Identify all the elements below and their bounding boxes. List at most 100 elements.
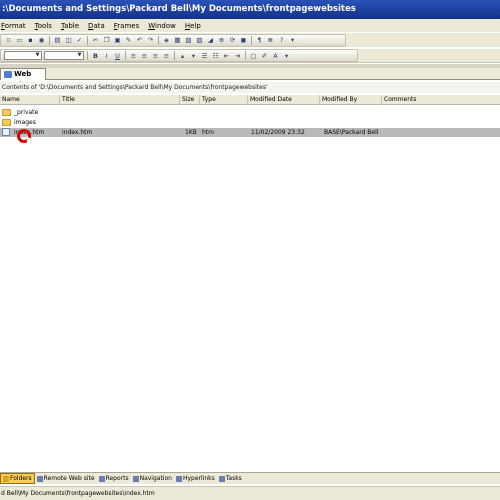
view-folders-button[interactable]: Folders — [0, 473, 35, 484]
hyperlink-icon[interactable]: ⊕ — [217, 36, 226, 45]
document-tabs: Web Site — [0, 68, 500, 89]
list-item-images[interactable]: images — [0, 118, 500, 127]
item-name: _private — [14, 109, 39, 116]
window-title: :\Documents and Settings\Packard Bell\My… — [0, 0, 500, 19]
help-icon[interactable]: ? — [277, 36, 286, 45]
refresh-icon[interactable]: ⟳ — [228, 36, 237, 45]
copy-icon[interactable]: ❐ — [102, 36, 111, 45]
status-bar: d Bell\My Documents\frontpagewebsites\in… — [0, 486, 500, 500]
tab-web-site[interactable]: Web Site — [0, 68, 46, 89]
insert-picture-icon[interactable]: ▨ — [195, 36, 204, 45]
publish-icon[interactable]: ◉ — [37, 36, 46, 45]
spelling-icon[interactable]: ✓ — [75, 36, 84, 45]
toolbar-separator — [87, 35, 88, 45]
remote-site-icon — [36, 475, 43, 482]
style-dropdown[interactable]: ▼ — [4, 51, 42, 60]
column-header-comments[interactable]: Comments — [382, 95, 500, 105]
align-center-icon[interactable]: ≡ — [140, 51, 149, 60]
undo-icon[interactable]: ↶ — [135, 36, 144, 45]
column-header-modified-date[interactable]: Modified Date — [248, 95, 320, 105]
item-modified-date: 11/02/2009 23:32 — [251, 129, 305, 136]
view-label: Remote Web site — [43, 475, 95, 482]
open-icon[interactable]: ▭ — [15, 36, 24, 45]
view-navigation-button[interactable]: Navigation — [131, 473, 174, 484]
toolbar-separator — [251, 35, 252, 45]
file-list-header: Name Title Size Type Modified Date Modif… — [0, 95, 500, 105]
borders-icon[interactable]: ▢ — [249, 51, 258, 60]
show-all-icon[interactable]: ¶ — [255, 36, 264, 45]
column-header-size[interactable]: Size — [180, 95, 200, 105]
column-header-type[interactable]: Type — [200, 95, 248, 105]
increase-indent-icon[interactable]: ⇥ — [233, 51, 242, 60]
list-item-private[interactable]: _private — [0, 108, 500, 117]
preview-icon[interactable]: ◫ — [64, 36, 73, 45]
item-type: htm — [202, 129, 214, 136]
code-view-icon[interactable]: ≣ — [266, 36, 275, 45]
align-left-icon[interactable]: ≡ — [129, 51, 138, 60]
menu-window[interactable]: Window — [148, 22, 176, 30]
drawing-icon[interactable]: ◢ — [206, 36, 215, 45]
font-color-icon[interactable]: A — [271, 51, 280, 60]
folder-path: Contents of 'D:\Documents and Settings\P… — [0, 82, 500, 93]
column-header-modified-by[interactable]: Modified By — [320, 95, 382, 105]
italic-button[interactable]: I — [102, 51, 111, 60]
insert-table-icon[interactable]: ▦ — [173, 36, 182, 45]
bold-button[interactable]: B — [91, 51, 100, 60]
highlight-icon[interactable]: ✐ — [260, 51, 269, 60]
menu-data[interactable]: Data — [88, 22, 105, 30]
view-reports-button[interactable]: Reports — [97, 473, 131, 484]
redo-icon[interactable]: ↷ — [146, 36, 155, 45]
cut-icon[interactable]: ✂ — [91, 36, 100, 45]
menu-table[interactable]: Table — [61, 22, 79, 30]
view-remote-web-site-button[interactable]: Remote Web site — [35, 473, 97, 484]
item-title: index.htm — [62, 129, 93, 136]
item-size: 1KB — [185, 129, 197, 136]
standard-toolbar-band: ▫ ▭ ▪ ◉ ▤ ◫ ✓ ✂ ❐ ▣ ✎ ↶ ↷ ◈ ▦ ▧ ▨ ◢ ⊕ ⟳ … — [0, 33, 346, 47]
menu-frames[interactable]: Frames — [114, 22, 139, 30]
decrease-indent-icon[interactable]: ⇤ — [222, 51, 231, 60]
paste-icon[interactable]: ▣ — [113, 36, 122, 45]
formatting-toolbar-band: ▼ ▼ B I U ≡ ≡ ≡ ≡ ▴ ▾ ☰ ☷ ⇤ ⇥ ▢ ✐ A ▾ — [0, 49, 358, 62]
toolbar-separator — [245, 51, 246, 60]
underline-button[interactable]: U — [113, 51, 122, 60]
column-header-name[interactable]: Name — [0, 95, 60, 105]
toolbar-options-icon[interactable]: ▾ — [282, 51, 291, 60]
view-hyperlinks-button[interactable]: Hyperlinks — [174, 473, 217, 484]
item-modified-by: BASE\Packard Bell — [324, 129, 379, 136]
folders-icon — [3, 475, 9, 482]
column-header-title[interactable]: Title — [60, 95, 180, 105]
view-label: Reports — [105, 475, 129, 482]
menu-help[interactable]: Help — [185, 22, 201, 30]
menu-bar: Format Tools Table Data Frames Window He… — [0, 19, 500, 32]
justify-icon[interactable]: ≡ — [162, 51, 171, 60]
views-bar: Folders Remote Web site Reports Navigati… — [0, 472, 500, 484]
print-icon[interactable]: ▤ — [53, 36, 62, 45]
toolbar-options-icon[interactable]: ▾ — [288, 36, 297, 45]
list-item-index[interactable]: index.htm index.htm 1KB htm 11/02/2009 2… — [0, 128, 500, 137]
view-label: Tasks — [225, 475, 242, 482]
align-right-icon[interactable]: ≡ — [151, 51, 160, 60]
decrease-font-icon[interactable]: ▾ — [189, 51, 198, 60]
view-label: Hyperlinks — [182, 475, 215, 482]
bullets-icon[interactable]: ☷ — [211, 51, 220, 60]
insert-layer-icon[interactable]: ▧ — [184, 36, 193, 45]
menu-format[interactable]: Format — [1, 22, 26, 30]
web-site-icon — [4, 71, 12, 78]
web-component-icon[interactable]: ◈ — [162, 36, 171, 45]
save-icon[interactable]: ▪ — [26, 36, 35, 45]
stop-icon[interactable]: ◼ — [239, 36, 248, 45]
navigation-icon — [132, 475, 139, 482]
folder-icon — [2, 109, 11, 116]
formatting-toolbar: ▼ ▼ B I U ≡ ≡ ≡ ≡ ▴ ▾ ☰ ☷ ⇤ ⇥ ▢ ✐ A ▾ — [0, 49, 500, 63]
numbering-icon[interactable]: ☰ — [200, 51, 209, 60]
view-tasks-button[interactable]: Tasks — [217, 473, 244, 484]
format-painter-icon[interactable]: ✎ — [124, 36, 133, 45]
item-name: images — [14, 119, 36, 126]
font-dropdown[interactable]: ▼ — [44, 51, 84, 60]
toolbar-separator — [174, 51, 175, 60]
increase-font-icon[interactable]: ▴ — [178, 51, 187, 60]
hyperlinks-icon — [175, 475, 182, 482]
menu-tools[interactable]: Tools — [35, 22, 52, 30]
html-file-icon — [2, 128, 10, 136]
new-page-icon[interactable]: ▫ — [4, 36, 13, 45]
